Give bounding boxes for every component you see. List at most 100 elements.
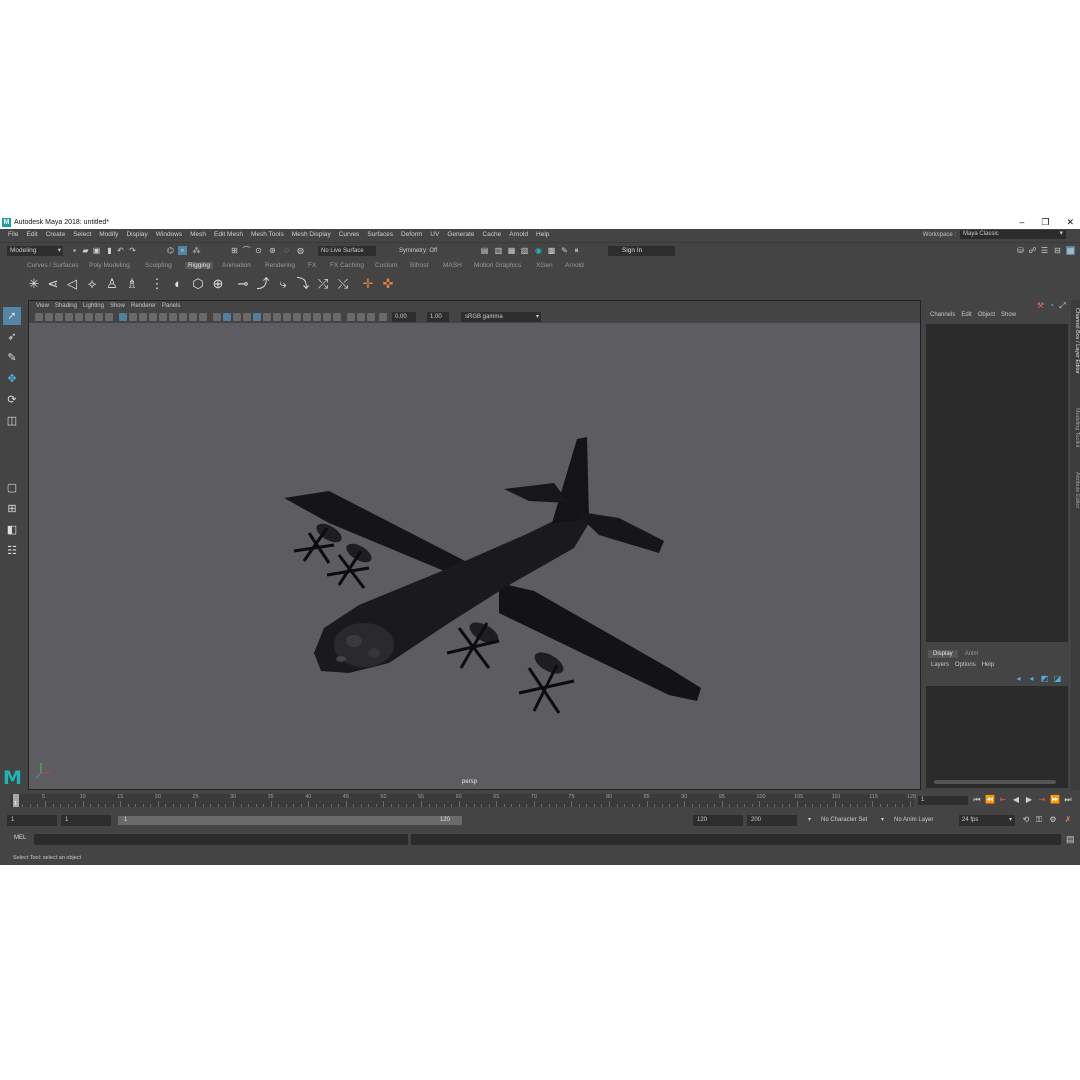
render-settings-icon[interactable]: ▧ (520, 246, 529, 255)
side-tab-channel-box[interactable]: Channel Box / Layer Editor (1071, 308, 1080, 374)
render-view-icon[interactable]: ▩ (547, 246, 556, 255)
move-layer-up-icon[interactable]: ◂ (1014, 674, 1023, 683)
menu-deform[interactable]: Deform (397, 231, 426, 238)
scale-constraint-icon[interactable]: ⤮ (315, 276, 331, 292)
fps-dropdown[interactable]: 24 fps (959, 815, 1015, 826)
viewport-tool-button[interactable] (95, 313, 103, 321)
color-space-dropdown[interactable]: sRGB gamma (461, 312, 541, 322)
viewport-menu-show[interactable]: Show (107, 303, 128, 309)
viewport-tool-button[interactable] (149, 313, 157, 321)
channel-box-pin-icon[interactable]: ⚒ (1036, 301, 1045, 310)
viewport-tool-button[interactable] (293, 313, 301, 321)
select-hierarchy-icon[interactable]: ⌬ (166, 246, 175, 255)
start-time-field[interactable]: 1 (7, 815, 57, 826)
playback-start-field[interactable]: 1 (61, 815, 111, 826)
menu-help[interactable]: Help (532, 231, 553, 238)
new-scene-icon[interactable]: ▪ (70, 246, 79, 255)
channel-box-menu-show[interactable]: Show (998, 312, 1019, 322)
snap-point-icon[interactable]: ⊙ (254, 246, 263, 255)
play-backwards-icon[interactable]: ◀ (1011, 795, 1021, 805)
orient-constraint-icon[interactable]: ⤵ (295, 276, 311, 292)
snap-view-icon[interactable]: ⊛ (268, 246, 277, 255)
layer-list[interactable] (926, 686, 1068, 788)
menu-select[interactable]: Select (69, 231, 95, 238)
menu-uv[interactable]: UV (426, 231, 443, 238)
side-tab-modeling-toolkit[interactable]: Modeling Toolkit (1071, 408, 1080, 447)
pause-render-icon[interactable]: ⏸ (572, 246, 581, 255)
viewport-tool-button[interactable] (65, 313, 73, 321)
viewport-tool-button[interactable] (179, 313, 187, 321)
select-tool-icon[interactable]: ➚ (3, 307, 21, 325)
parent-constraint-icon[interactable]: ⤴ (255, 276, 271, 292)
viewport-tool-button[interactable] (283, 313, 291, 321)
perspective-viewport[interactable]: persp (29, 323, 920, 789)
humanik-icon[interactable]: ♙ (104, 276, 120, 292)
hypershade-icon[interactable]: ◉ (534, 246, 543, 255)
menu-file[interactable]: File (4, 231, 22, 238)
time-slider-track[interactable]: 1 5 10 15 20 25 30 35 40 45 50 55 60 65 70 75 80 85 90 95 1… (10, 794, 916, 807)
menu-mesh[interactable]: Mesh (186, 231, 210, 238)
skeleton-icon[interactable]: ♗ (124, 276, 140, 292)
undo-icon[interactable]: ↶ (116, 246, 125, 255)
shelf-tab-custom[interactable]: Custom (375, 262, 397, 269)
close-icon[interactable]: ✕ (1066, 216, 1074, 229)
viewport-tool-button[interactable] (105, 313, 113, 321)
modeling-toolkit-icon[interactable]: ⛁ (1016, 246, 1025, 255)
cluster-icon[interactable]: ⊸ (235, 276, 251, 292)
snap-grid-icon[interactable]: ⊞ (230, 246, 239, 255)
exposure-field[interactable]: 0.00 (392, 312, 416, 322)
layer-tab-anim[interactable]: Anim (960, 650, 984, 658)
bind-skin-icon[interactable]: ⋮ (149, 276, 165, 292)
shelf-tab-arnold[interactable]: Arnold (565, 262, 584, 269)
maximize-icon[interactable]: ❐ (1041, 216, 1049, 229)
layer-scrollbar[interactable] (934, 780, 1056, 784)
loop-icon[interactable]: ⟲ (1021, 815, 1031, 825)
viewport-tool-button[interactable] (379, 313, 387, 321)
shelf-tab-animation[interactable]: Animation (222, 262, 251, 269)
viewport-tool-button[interactable] (313, 313, 321, 321)
shelf-tab-sculpting[interactable]: Sculpting (145, 262, 172, 269)
viewport-tool-button[interactable] (159, 313, 167, 321)
viewport-tool-button[interactable] (189, 313, 197, 321)
render-history-icon[interactable]: ▤ (480, 246, 489, 255)
viewport-tool-button[interactable] (253, 313, 261, 321)
channel-box-sync-icon[interactable]: ◔ (1047, 301, 1056, 310)
four-view-layout-icon[interactable]: ⊞ (3, 500, 21, 518)
create-joints-icon[interactable]: ✳ (26, 276, 42, 292)
pole-vector-icon[interactable]: ✜ (380, 276, 396, 292)
snap-live-icon[interactable]: ◍ (296, 246, 305, 255)
shelf-tab-motion-graphics[interactable]: Motion Graphics (474, 262, 521, 269)
viewport-tool-button[interactable] (273, 313, 281, 321)
menu-modify[interactable]: Modify (95, 231, 122, 238)
shelf-tab-fx-caching[interactable]: FX Caching (330, 262, 364, 269)
viewport-tool-button[interactable] (213, 313, 221, 321)
minimize-icon[interactable]: – (1019, 216, 1024, 229)
menu-mesh-tools[interactable]: Mesh Tools (247, 231, 288, 238)
viewport-tool-button[interactable] (323, 313, 331, 321)
layer-menu-layers[interactable]: Layers (928, 662, 952, 668)
step-back-frame-icon[interactable]: ⏪ (985, 795, 995, 805)
ipr-render-icon[interactable]: ▦ (507, 246, 516, 255)
viewport-tool-button[interactable] (347, 313, 355, 321)
new-empty-layer-icon[interactable]: ◩ (1040, 674, 1049, 683)
scale-tool-icon[interactable]: ◫ (3, 412, 21, 430)
viewport-tool-button[interactable] (367, 313, 375, 321)
shelf-tab-curves-surfaces[interactable]: Curves / Surfaces (27, 262, 79, 269)
snap-surface-icon[interactable]: ◌ (282, 246, 291, 255)
menu-surfaces[interactable]: Surfaces (363, 231, 397, 238)
viewport-tool-button[interactable] (139, 313, 147, 321)
step-forward-key-icon[interactable]: ⇥ (1037, 795, 1047, 805)
menu-cache[interactable]: Cache (478, 231, 505, 238)
open-scene-icon[interactable]: ▰ (81, 246, 90, 255)
viewport-tool-button[interactable] (85, 313, 93, 321)
channel-box-icon[interactable]: ▦ (1066, 246, 1075, 255)
lasso-tool-icon[interactable]: ➶ (3, 328, 21, 346)
shelf-tab-bifrost[interactable]: Bifrost (410, 262, 428, 269)
select-object-icon[interactable]: ⚬ (178, 246, 187, 255)
menu-arnold[interactable]: Arnold (505, 231, 532, 238)
select-component-icon[interactable]: ⁂ (192, 246, 201, 255)
go-to-end-icon[interactable]: ⏭ (1063, 795, 1073, 805)
side-tab-attribute-editor[interactable]: Attribute Editor (1071, 472, 1080, 508)
aircraft-model[interactable] (29, 323, 920, 789)
channel-box-area[interactable] (926, 324, 1068, 642)
